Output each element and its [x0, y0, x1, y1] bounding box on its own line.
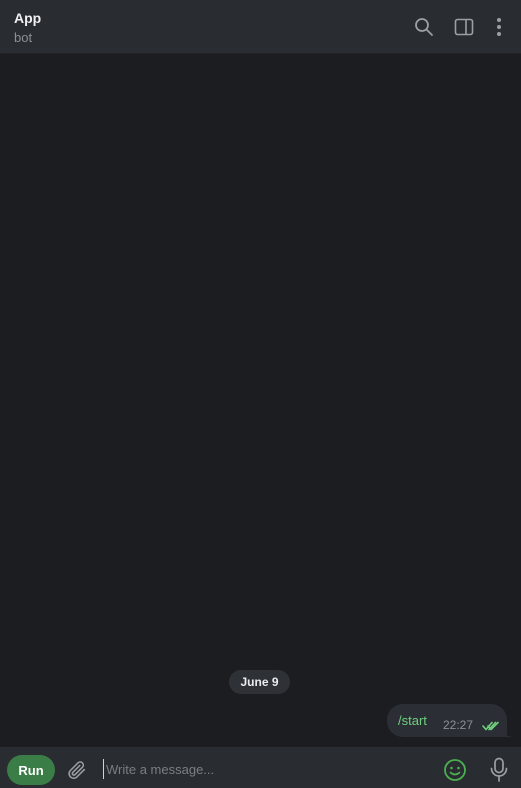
chat-window: App bot June 9 /start 22:27 Run Write a …	[0, 0, 521, 788]
more-options-button[interactable]	[485, 13, 513, 41]
paperclip-icon	[68, 761, 86, 779]
message-input[interactable]	[103, 759, 423, 779]
emoji-button[interactable]	[441, 757, 469, 783]
chat-title[interactable]: App	[14, 10, 41, 26]
sidebar-toggle-button[interactable]	[450, 13, 478, 41]
message-text: /start	[398, 713, 427, 728]
attach-button[interactable]	[64, 757, 90, 783]
emoji-icon	[444, 759, 466, 781]
search-icon	[415, 18, 433, 36]
chat-header: App bot	[0, 0, 521, 54]
message-composer: Run	[0, 747, 521, 788]
search-button[interactable]	[410, 13, 438, 41]
double-check-icon	[482, 718, 500, 736]
chat-subtitle: bot	[14, 30, 33, 45]
message-time: 22:27	[443, 718, 474, 732]
outgoing-message[interactable]: /start 22:27	[387, 704, 507, 737]
bubble-tail	[503, 728, 515, 737]
message-list[interactable]: June 9 /start 22:27	[0, 54, 521, 747]
date-separator: June 9	[229, 670, 290, 694]
sidebar-toggle-icon	[454, 18, 474, 36]
more-vertical-icon	[497, 18, 501, 36]
voice-record-button[interactable]	[486, 756, 512, 784]
run-button[interactable]: Run	[7, 755, 55, 785]
microphone-icon	[490, 757, 508, 782]
